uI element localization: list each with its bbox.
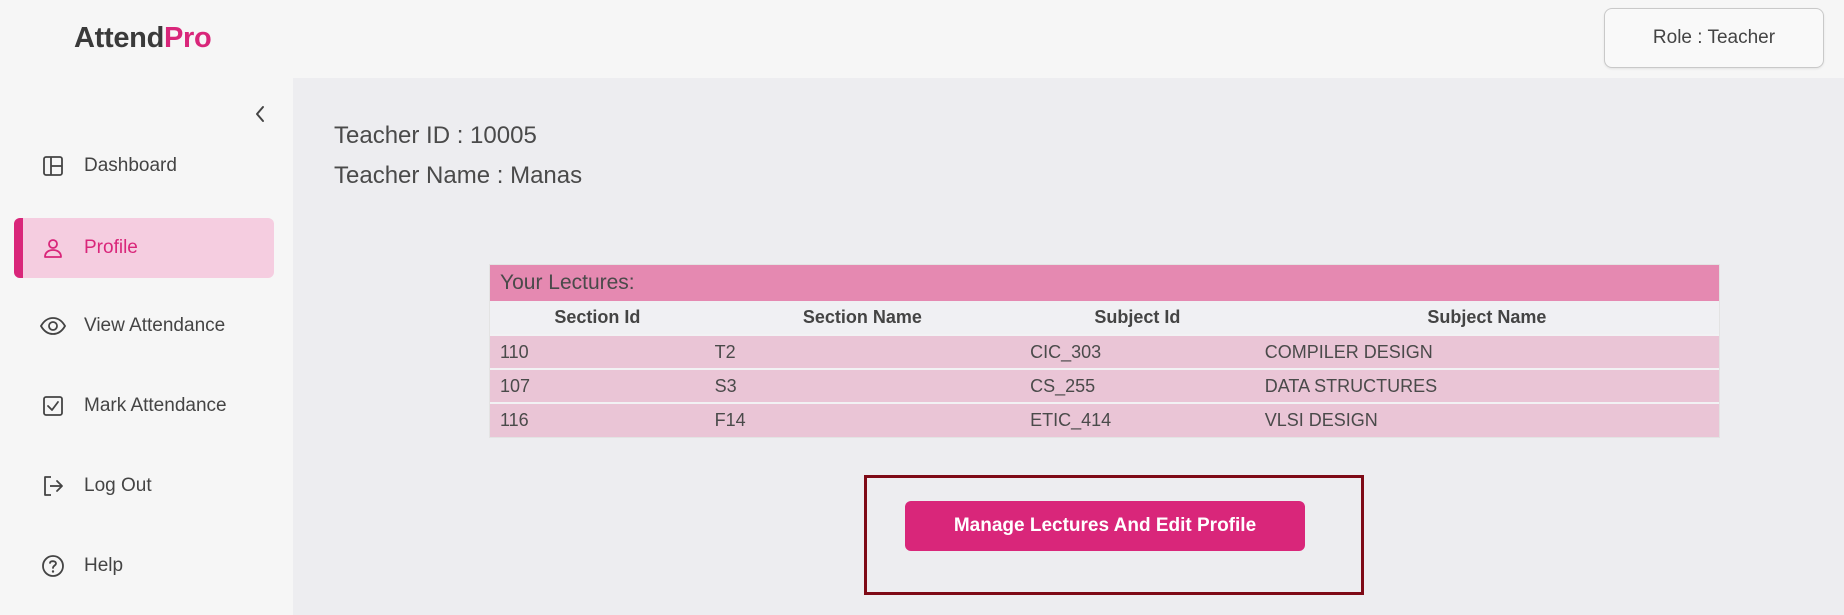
- sidebar-item-label: Dashboard: [84, 155, 177, 176]
- sidebar-item-profile[interactable]: Profile: [14, 218, 274, 278]
- table-row: 107 S3 CS_255 DATA STRUCTURES: [490, 368, 1719, 403]
- sidebar-item-label: Help: [84, 555, 124, 576]
- column-header: Subject Id: [1020, 301, 1255, 336]
- cell-subject-name: VLSI DESIGN: [1254, 402, 1719, 437]
- cell-subject-id: CIC_303: [1020, 334, 1255, 369]
- cell-section-id: 107: [490, 368, 705, 403]
- cell-section-name: T2: [704, 334, 1021, 369]
- sidebar-item-label: Profile: [84, 237, 138, 258]
- chevron-left-icon[interactable]: [250, 102, 270, 126]
- cell-section-id: 116: [490, 402, 705, 437]
- main-content: Teacher ID : 10005 Teacher Name : Manas …: [293, 78, 1844, 615]
- teacher-id: Teacher ID : 10005: [334, 122, 537, 149]
- logo-text-accent: Pro: [164, 22, 212, 54]
- logo-text-main: Attend: [74, 22, 165, 54]
- cell-section-name: F14: [704, 402, 1021, 437]
- table-header-row: Section Id Section Name Subject Id Subje…: [490, 301, 1719, 336]
- sidebar-item-mark-attendance[interactable]: Mark Attendance: [14, 376, 274, 436]
- sidebar-item-label: View Attendance: [84, 315, 226, 336]
- cell-subject-name: COMPILER DESIGN: [1254, 334, 1719, 369]
- lectures-table-panel: Your Lectures: Section Id Section Name S…: [489, 264, 1720, 438]
- sidebar-item-log-out[interactable]: Log Out: [14, 456, 274, 516]
- column-header: Subject Name: [1254, 301, 1719, 336]
- cell-section-name: S3: [704, 368, 1021, 403]
- lectures-table: Section Id Section Name Subject Id Subje…: [490, 301, 1719, 437]
- sidebar-item-help[interactable]: Help: [14, 536, 274, 596]
- cell-section-id: 110: [490, 334, 705, 369]
- cell-subject-name: DATA STRUCTURES: [1254, 368, 1719, 403]
- app-logo[interactable]: AttendPro: [74, 22, 212, 55]
- sidebar-item-dashboard[interactable]: Dashboard: [14, 136, 274, 196]
- user-icon: [40, 235, 66, 261]
- table-row: 110 T2 CIC_303 COMPILER DESIGN: [490, 334, 1719, 369]
- lectures-caption: Your Lectures:: [490, 265, 1719, 301]
- manage-lectures-button[interactable]: Manage Lectures And Edit Profile: [905, 501, 1305, 551]
- eye-icon: [40, 313, 66, 339]
- table-row: 116 F14 ETIC_414 VLSI DESIGN: [490, 402, 1719, 437]
- column-header: Section Name: [704, 301, 1021, 336]
- top-header: AttendPro Role : Teacher: [0, 0, 1844, 78]
- help-icon: [40, 553, 66, 579]
- sidebar-item-label: Mark Attendance: [84, 395, 227, 416]
- role-button[interactable]: Role : Teacher: [1604, 8, 1824, 68]
- sidebar-item-label: Log Out: [84, 475, 152, 496]
- sidebar: Dashboard Profile View Attendance Mark A…: [0, 78, 293, 615]
- logout-icon: [40, 473, 66, 499]
- teacher-name: Teacher Name : Manas: [334, 162, 583, 189]
- cell-subject-id: ETIC_414: [1020, 402, 1255, 437]
- cell-subject-id: CS_255: [1020, 368, 1255, 403]
- checkbox-icon: [40, 393, 66, 419]
- dashboard-icon: [40, 153, 66, 179]
- highlight-box: Manage Lectures And Edit Profile: [864, 475, 1364, 595]
- column-header: Section Id: [490, 301, 705, 336]
- sidebar-item-view-attendance[interactable]: View Attendance: [14, 296, 274, 356]
